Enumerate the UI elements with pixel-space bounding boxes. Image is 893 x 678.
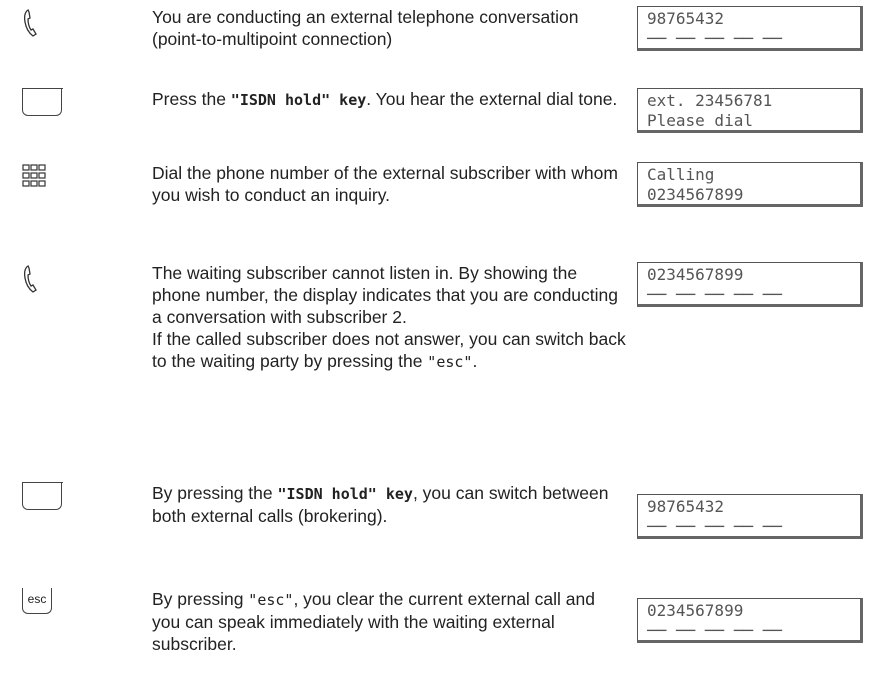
step-text: By pressing the "ISDN hold" key, you can… — [152, 483, 609, 526]
step-text: By pressing "esc", you clear the current… — [152, 589, 596, 654]
handset-icon — [22, 8, 42, 43]
lcd-display: ext. 23456781 Please dial — [637, 88, 863, 133]
handset-icon — [22, 264, 42, 299]
lcd-display: 0234567899 ── ── ── ── ── — [637, 598, 863, 643]
key-icon — [21, 482, 63, 510]
step-text: You are conducting an external telephone… — [152, 7, 579, 49]
step-text: Press the "ISDN hold" key. You hear the … — [152, 89, 618, 109]
lcd-display: Calling 0234567899 — [637, 162, 863, 207]
lcd-display: 98765432 ── ── ── ── ── — [637, 6, 863, 51]
step-text: Dial the phone number of the external su… — [152, 163, 618, 205]
lcd-display: 98765432 ── ── ── ── ── — [637, 494, 863, 539]
esc-key-icon: esc — [22, 588, 52, 614]
step-text: The waiting subscriber cannot listen in.… — [152, 263, 626, 371]
key-icon — [21, 88, 63, 116]
lcd-display: 0234567899 ── ── ── ── ── — [637, 262, 863, 307]
keypad-icon — [22, 164, 46, 193]
